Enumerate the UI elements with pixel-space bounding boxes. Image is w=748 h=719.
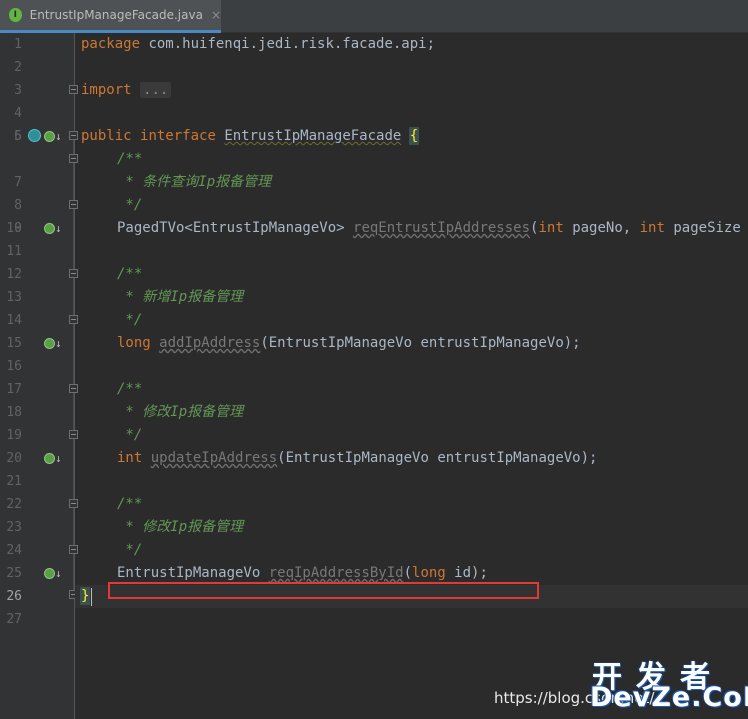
keyword: long <box>117 335 151 351</box>
code-line-17: /** <box>117 381 143 397</box>
line-number: 10 <box>6 221 22 236</box>
line-number: 7 <box>14 175 22 190</box>
keyword: int <box>117 450 143 466</box>
close-icon[interactable]: × <box>211 8 221 22</box>
code-line-26: } <box>79 585 91 608</box>
close-brace: } <box>79 587 91 605</box>
line-number: 1 <box>14 37 22 52</box>
code-line-3: import ... <box>81 79 172 102</box>
line-number: 4 <box>14 106 22 121</box>
line-number: 2 <box>14 60 22 75</box>
code-editor[interactable]: 1 2 3 4 5 6 7 8 9 10 11 12 13 14 15 16 1… <box>0 33 748 719</box>
down-arrow-icon: ↓ <box>55 222 62 235</box>
method-name: reqEntrustIpAddresses <box>353 220 531 236</box>
keyword: int <box>639 220 665 236</box>
line-number-current: 26 <box>6 589 22 604</box>
down-arrow-icon: ↓ <box>55 337 62 350</box>
line-number: 11 <box>6 244 22 259</box>
annotation-highlight-box <box>108 582 539 599</box>
line-number: 14 <box>6 313 22 328</box>
implemented-icon[interactable] <box>44 131 55 142</box>
code-line-10: PagedTVo<EntrustIpManageVo> reqEntrustIp… <box>117 217 741 240</box>
keyword: int <box>538 220 564 236</box>
down-arrow-icon: ↓ <box>55 452 62 465</box>
file-tab[interactable]: I EntrustIpManageFacade.java × <box>0 0 221 33</box>
line-number: 21 <box>6 474 22 489</box>
code-line-6: public interface EntrustIpManageFacade { <box>81 125 420 148</box>
implemented-icon[interactable] <box>44 338 55 349</box>
line-number: 27 <box>6 612 22 627</box>
spring-bean-icon[interactable] <box>28 129 41 142</box>
line-number: 17 <box>6 382 22 397</box>
code-line-23: * 修改Ip报备管理 <box>117 519 244 535</box>
interface-name: EntrustIpManageFacade <box>224 128 402 144</box>
code-line-22: /** <box>117 496 143 512</box>
param: pageSize <box>664 220 741 236</box>
line-number: 20 <box>6 451 22 466</box>
code-line-14: */ <box>117 312 143 328</box>
keyword: import <box>81 82 132 98</box>
open-brace: { <box>408 127 420 145</box>
keyword: long <box>412 565 446 581</box>
watermark-logo-bottom: DevZe.CoM <box>590 682 748 713</box>
keyword: public <box>81 128 132 144</box>
watermark-logo: 开发者 DevZe.CoM <box>590 652 748 714</box>
method-name: addIpAddress <box>159 335 261 351</box>
method-name: reqIpAddressById <box>268 565 404 581</box>
down-arrow-icon: ↓ <box>55 130 62 143</box>
code-line-24: */ <box>117 542 143 558</box>
code-line-9: */ <box>117 197 143 213</box>
folded-imports[interactable]: ... <box>140 82 172 98</box>
keyword: interface <box>140 128 216 144</box>
method-name: updateIpAddress <box>150 450 278 466</box>
code-line-19: */ <box>117 427 143 443</box>
return-type: EntrustIpManageVo <box>117 565 269 581</box>
line-number: 22 <box>6 497 22 512</box>
line-number: 6 <box>14 129 22 144</box>
code-line-13: * 新增Ip报备管理 <box>117 289 244 305</box>
code-line-7: /** <box>117 151 143 167</box>
line-number: 8 <box>14 198 22 213</box>
line-number: 19 <box>6 428 22 443</box>
code-line-1: package com.huifenqi.jedi.risk.facade.ap… <box>81 33 435 56</box>
code-line-8: * 条件查询Ip报备管理 <box>117 174 272 190</box>
implemented-icon[interactable] <box>44 568 55 579</box>
line-number: 12 <box>6 267 22 282</box>
package-path: com.huifenqi.jedi.risk.facade.api; <box>140 36 436 52</box>
line-number: 3 <box>14 83 22 98</box>
paren: ( <box>403 565 413 581</box>
line-number: 18 <box>6 405 22 420</box>
code-line-18: * 修改Ip报备管理 <box>117 404 244 420</box>
line-number: 25 <box>6 566 22 581</box>
line-number: 15 <box>6 336 22 351</box>
param: pageNo, <box>563 220 640 236</box>
line-number: 16 <box>6 359 22 374</box>
file-tab-label: EntrustIpManageFacade.java <box>29 8 203 22</box>
java-interface-icon: I <box>9 8 22 22</box>
down-arrow-icon: ↓ <box>55 567 62 580</box>
code-area[interactable]: package com.huifenqi.jedi.risk.facade.ap… <box>75 33 748 719</box>
line-number: 13 <box>6 290 22 305</box>
line-gutter: 1 2 3 4 5 6 7 8 9 10 11 12 13 14 15 16 1… <box>0 33 78 719</box>
params: id); <box>445 565 488 581</box>
editor-tab-bar: I EntrustIpManageFacade.java × <box>0 0 748 33</box>
params: (EntrustIpManageVo entrustIpManageVo); <box>277 450 598 466</box>
line-number: 24 <box>6 543 22 558</box>
implemented-icon[interactable] <box>44 453 55 464</box>
keyword: package <box>81 36 141 52</box>
text-caret <box>91 588 92 606</box>
code-line-12: /** <box>117 266 143 282</box>
return-type: PagedTVo<EntrustIpManageVo> <box>117 220 354 236</box>
code-line-15: long addIpAddress(EntrustIpManageVo entr… <box>117 332 581 355</box>
implemented-icon[interactable] <box>44 223 55 234</box>
line-number: 23 <box>6 520 22 535</box>
code-line-20: int updateIpAddress(EntrustIpManageVo en… <box>117 447 597 470</box>
params: (EntrustIpManageVo entrustIpManageVo); <box>260 335 581 351</box>
